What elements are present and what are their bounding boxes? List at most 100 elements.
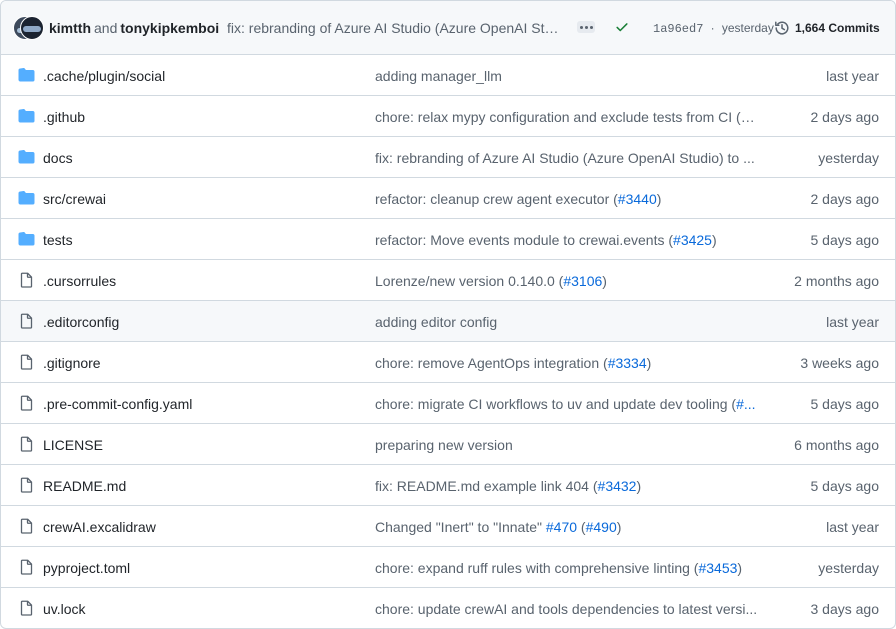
pull-request-link[interactable]: #... <box>736 396 755 412</box>
expand-commit-message-button[interactable] <box>577 21 595 33</box>
commit-message-link[interactable]: Changed "Inert" to "Innate" #470 (#490) <box>375 519 759 535</box>
history-icon[interactable] <box>774 20 790 36</box>
commit-message-link[interactable]: adding editor config <box>375 314 759 330</box>
commit-message-text[interactable]: fix: README.md example link 404 ( <box>375 478 598 494</box>
commit-message-link[interactable]: adding manager_llm <box>375 68 759 84</box>
commit-message-text[interactable]: fix: rebranding of Azure AI Studio (Azur… <box>375 150 755 166</box>
check-icon[interactable] <box>615 20 629 34</box>
avatar[interactable] <box>20 16 44 40</box>
file-name-link[interactable]: .pre-commit-config.yaml <box>43 396 192 412</box>
commit-time: last year <box>826 68 879 84</box>
pull-request-link[interactable]: #3440 <box>618 191 657 207</box>
commit-message-text[interactable]: refactor: Move events module to crewai.e… <box>375 232 673 248</box>
table-row[interactable]: LICENSE preparing new version 6 months ago <box>1 424 895 465</box>
commit-message-text[interactable]: chore: remove AgentOps integration ( <box>375 355 608 371</box>
table-row[interactable]: tests refactor: Move events module to cre… <box>1 219 895 260</box>
commit-time: last year <box>826 519 879 535</box>
commits-count-link[interactable]: 1,664 Commits <box>795 21 880 35</box>
pull-request-link[interactable]: #490 <box>586 519 617 535</box>
commit-message-link[interactable]: chore: relax mypy configuration and excl… <box>375 109 759 125</box>
commit-time: 3 days ago <box>810 601 880 617</box>
commit-message-text[interactable]: ) <box>617 519 622 535</box>
commit-message-link[interactable]: refactor: cleanup crew agent executor (#… <box>375 191 759 207</box>
pull-request-link[interactable]: #3106 <box>563 273 602 289</box>
commit-message-text[interactable]: refactor: cleanup crew agent executor ( <box>375 191 618 207</box>
file-name-link[interactable]: pyproject.toml <box>43 560 130 576</box>
file-icon <box>18 518 35 534</box>
commit-message-text[interactable]: chore: expand ruff rules with comprehens… <box>375 560 698 576</box>
file-name-link[interactable]: .github <box>43 109 85 125</box>
file-name-link[interactable]: uv.lock <box>43 601 86 617</box>
commit-time: yesterday <box>721 21 774 35</box>
commit-time: 2 days ago <box>810 191 880 207</box>
table-row[interactable]: .github chore: relax mypy configuration a… <box>1 96 895 137</box>
pull-request-link[interactable]: #3334 <box>608 355 647 371</box>
pull-request-link[interactable]: #470 <box>546 519 577 535</box>
commit-sha[interactable]: 1a96ed7 <box>653 22 703 36</box>
file-icon <box>18 313 35 329</box>
file-name-link[interactable]: docs <box>43 150 73 166</box>
commit-message-text[interactable]: ) <box>657 191 662 207</box>
pull-request-link[interactable]: #3432 <box>598 478 637 494</box>
table-row[interactable]: .pre-commit-config.yaml chore: migrate CI… <box>1 383 895 424</box>
commit-message-text[interactable]: adding manager_llm <box>375 68 502 84</box>
commit-message-text[interactable]: Changed "Inert" to "Innate" <box>375 519 546 535</box>
folder-icon <box>18 190 35 206</box>
commit-message-text[interactable]: ) <box>636 478 641 494</box>
file-name-link[interactable]: tests <box>43 232 73 248</box>
commit-time: last year <box>826 314 879 330</box>
table-row[interactable]: .cursorrules Lorenze/new version 0.140.0 … <box>1 260 895 301</box>
table-row[interactable]: src/crewai refactor: cleanup crew agent e… <box>1 178 895 219</box>
file-icon <box>18 559 35 575</box>
author-link[interactable]: kimtth <box>49 20 91 36</box>
commit-time: 2 days ago <box>810 109 880 125</box>
folder-icon <box>18 108 35 124</box>
commit-message-link[interactable]: chore: expand ruff rules with comprehens… <box>375 560 759 576</box>
latest-commit-message[interactable]: fix: rebranding of Azure AI Studio (Azur… <box>227 20 563 36</box>
commit-message-link[interactable]: refactor: Move events module to crewai.e… <box>375 232 759 248</box>
commit-message-text[interactable]: Lorenze/new version 0.140.0 ( <box>375 273 563 289</box>
commit-message-link[interactable]: chore: remove AgentOps integration (#333… <box>375 355 759 371</box>
commit-time: 6 months ago <box>794 437 879 453</box>
commit-message-text[interactable]: ) <box>712 232 717 248</box>
commit-message-link[interactable]: fix: rebranding of Azure AI Studio (Azur… <box>375 150 759 166</box>
commit-message-text[interactable]: adding editor config <box>375 314 497 330</box>
file-name-link[interactable]: .editorconfig <box>43 314 119 330</box>
file-name-link[interactable]: LICENSE <box>43 437 103 453</box>
commit-message-link[interactable]: Lorenze/new version 0.140.0 (#3106) <box>375 273 759 289</box>
commit-message-link[interactable]: chore: migrate CI workflows to uv and up… <box>375 396 759 412</box>
pull-request-link[interactable]: #3425 <box>673 232 712 248</box>
commit-message-text[interactable]: ) <box>647 355 652 371</box>
file-name-link[interactable]: .cache/plugin/social <box>43 68 165 84</box>
commit-message-link[interactable]: preparing new version <box>375 437 759 453</box>
latest-commit-bar: kimtth and tonykipkemboi fix: rebranding o… <box>1 1 895 55</box>
file-name-link[interactable]: .cursorrules <box>43 273 116 289</box>
table-row[interactable]: .gitignore chore: remove AgentOps integra… <box>1 342 895 383</box>
commit-message-text[interactable]: chore: update crewAI and tools dependenc… <box>375 601 757 617</box>
pull-request-link[interactable]: #3453 <box>698 560 737 576</box>
commit-message-text[interactable]: chore: migrate CI workflows to uv and up… <box>375 396 736 412</box>
author-avatars[interactable] <box>13 14 44 42</box>
commit-message-text[interactable]: ) <box>737 560 742 576</box>
folder-icon <box>18 231 35 247</box>
file-name-link[interactable]: crewAI.excalidraw <box>43 519 156 535</box>
commit-time: 5 days ago <box>810 478 880 494</box>
table-row[interactable]: .editorconfig adding editor config last ye… <box>1 301 895 342</box>
commit-message-text[interactable]: preparing new version <box>375 437 513 453</box>
commit-message-text[interactable]: ) <box>602 273 607 289</box>
commit-message-link[interactable]: fix: README.md example link 404 (#3432) <box>375 478 759 494</box>
commit-message-text[interactable]: ( <box>577 519 586 535</box>
table-row[interactable]: docs fix: rebranding of Azure AI Studio (… <box>1 137 895 178</box>
file-browser: kimtth and tonykipkemboi fix: rebranding o… <box>0 0 896 629</box>
commit-message-link[interactable]: chore: update crewAI and tools dependenc… <box>375 601 759 617</box>
table-row[interactable]: pyproject.toml chore: expand ruff rules w… <box>1 547 895 588</box>
author-link[interactable]: tonykipkemboi <box>120 20 219 36</box>
table-row[interactable]: uv.lock chore: update crewAI and tools de… <box>1 588 895 628</box>
table-row[interactable]: .cache/plugin/social adding manager_llm la… <box>1 55 895 96</box>
commit-message-text[interactable]: chore: relax mypy configuration and excl… <box>375 109 755 125</box>
file-name-link[interactable]: src/crewai <box>43 191 106 207</box>
table-row[interactable]: crewAI.excalidraw Changed "Inert" to "Inn… <box>1 506 895 547</box>
table-row[interactable]: README.md fix: README.md example link 404… <box>1 465 895 506</box>
file-name-link[interactable]: README.md <box>43 478 126 494</box>
file-name-link[interactable]: .gitignore <box>43 355 101 371</box>
